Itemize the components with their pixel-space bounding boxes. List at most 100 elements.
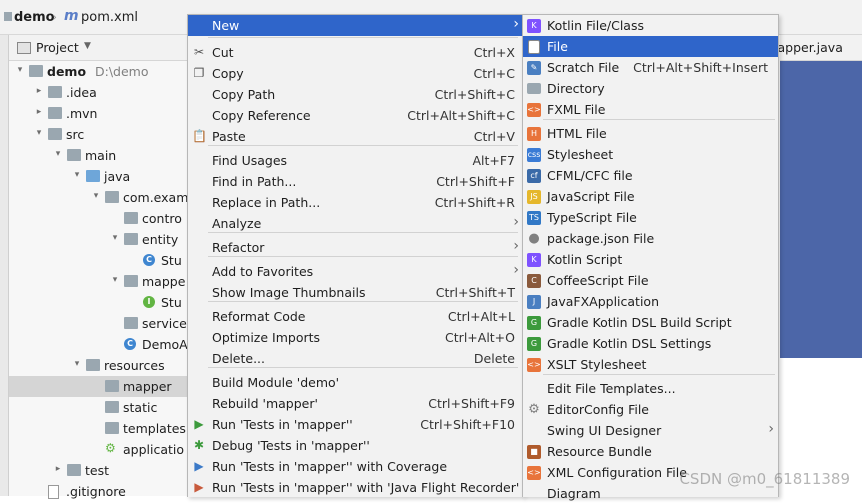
menu-item-label: Rebuild 'mapper' (212, 396, 318, 411)
tree-item-controller-folder[interactable]: contro (9, 208, 189, 229)
tree-item-label: java (104, 169, 131, 184)
menu-item-cut[interactable]: ✂ Cut Ctrl+X (188, 42, 523, 63)
expand-arrow-icon[interactable]: ▾ (34, 128, 44, 138)
new-item-fxml-file[interactable]: <> FXML File (523, 99, 778, 120)
new-item-html-file[interactable]: H HTML File (523, 123, 778, 144)
tree-item-mapper-folder[interactable]: ▾ mappe (9, 271, 189, 292)
new-item-file[interactable]: File (523, 36, 778, 57)
collapse-arrow-icon[interactable]: ▸ (34, 107, 44, 117)
tree-item-class-file[interactable]: C Stu (9, 250, 189, 271)
menu-item-copy[interactable]: ❐ Copy Ctrl+C (188, 63, 523, 84)
chevron-down-icon[interactable]: ▼ (84, 41, 91, 51)
breadcrumb-project[interactable]: demo (14, 10, 55, 25)
new-item-resource-bundle[interactable]: ■ Resource Bundle (523, 441, 778, 462)
tree-item-resources-folder[interactable]: ▾ resources (9, 355, 189, 376)
menu-separator (208, 256, 518, 257)
menu-item-debug-tests[interactable]: ✱ Debug 'Tests in 'mapper'' (188, 435, 523, 456)
tree-item-application-config[interactable]: ⚙ applicatio (9, 439, 189, 460)
expand-arrow-icon[interactable]: ▾ (53, 149, 63, 159)
menu-item-build-module[interactable]: Build Module 'demo' (188, 372, 523, 393)
menu-item-run-flight-recorder[interactable]: ▶ Run 'Tests in 'mapper'' with 'Java Flig… (188, 477, 523, 498)
chevron-right-icon: › (52, 9, 57, 24)
tree-item-test-folder[interactable]: ▸ test (9, 460, 189, 481)
expand-arrow-icon[interactable]: ▾ (110, 275, 120, 285)
menu-item-delete[interactable]: Delete... Delete (188, 348, 523, 369)
new-item-typescript-file[interactable]: TS TypeScript File (523, 207, 778, 228)
tree-item-package-folder[interactable]: ▾ com.exam (9, 187, 189, 208)
menu-item-show-image-thumbnails[interactable]: Show Image Thumbnails Ctrl+Shift+T (188, 282, 523, 303)
new-item-stylesheet[interactable]: css Stylesheet (523, 144, 778, 165)
new-item-gradle-kotlin-settings[interactable]: G Gradle Kotlin DSL Settings (523, 333, 778, 354)
tree-item-interface-file[interactable]: I Stu (9, 292, 189, 313)
tree-item-main-folder[interactable]: ▾ main (9, 145, 189, 166)
folder-icon (67, 464, 81, 476)
menu-item-rebuild[interactable]: Rebuild 'mapper' Ctrl+Shift+F9 (188, 393, 523, 414)
tree-item-application-class[interactable]: C DemoA (9, 334, 189, 355)
expand-arrow-icon[interactable]: ▾ (91, 191, 101, 201)
scissors-icon: ✂ (193, 45, 205, 59)
gear-icon: ⚙ (105, 441, 116, 455)
new-item-kotlin-script[interactable]: K Kotlin Script (523, 249, 778, 270)
project-tree[interactable]: ▾ demo D:\demo ▸ .idea ▸ .mvn ▾ src ▾ main ▾ java ▾ co… (9, 61, 189, 499)
menu-item-refactor[interactable]: Refactor › (188, 237, 523, 258)
tree-item-gitignore-file[interactable]: .gitignore (9, 481, 189, 502)
menu-item-copy-path[interactable]: Copy Path Ctrl+Shift+C (188, 84, 523, 105)
menu-item-find-usages[interactable]: Find Usages Alt+F7 (188, 150, 523, 171)
menu-item-run-coverage[interactable]: ▶ Run 'Tests in 'mapper'' with Coverage (188, 456, 523, 477)
expand-arrow-icon[interactable]: ▾ (72, 359, 82, 369)
new-item-label: Gradle Kotlin DSL Settings (547, 336, 712, 351)
menu-item-add-to-favorites[interactable]: Add to Favorites › (188, 261, 523, 282)
tree-item-mvn-folder[interactable]: ▸ .mvn (9, 103, 189, 124)
expand-arrow-icon[interactable]: ▾ (15, 65, 25, 75)
new-item-edit-file-templates[interactable]: Edit File Templates... (523, 378, 778, 399)
project-panel-title[interactable]: Project (36, 40, 79, 55)
breadcrumb-file[interactable]: pom.xml (81, 10, 138, 25)
menu-item-reformat-code[interactable]: Reformat Code Ctrl+Alt+L (188, 306, 523, 327)
tree-item-label: demo (47, 64, 87, 79)
tree-item-project-root[interactable]: ▾ demo D:\demo (9, 61, 189, 82)
expand-arrow-icon[interactable]: ▾ (110, 233, 120, 243)
new-item-swing-ui-designer[interactable]: Swing UI Designer › (523, 420, 778, 441)
new-item-editorconfig-file[interactable]: ⚙ EditorConfig File (523, 399, 778, 420)
file-icon (48, 485, 59, 499)
new-item-coffeescript-file[interactable]: C CoffeeScript File (523, 270, 778, 291)
tree-item-service-folder[interactable]: service (9, 313, 189, 334)
menu-item-optimize-imports[interactable]: Optimize Imports Ctrl+Alt+O (188, 327, 523, 348)
tree-item-java-folder[interactable]: ▾ java (9, 166, 189, 187)
source-folder-icon (86, 170, 100, 182)
new-item-scratch-file[interactable]: ✎ Scratch File Ctrl+Alt+Shift+Insert (523, 57, 778, 78)
folder-icon (4, 12, 12, 21)
menu-separator (543, 119, 775, 120)
new-item-directory[interactable]: Directory (523, 78, 778, 99)
menu-item-find-in-path[interactable]: Find in Path... Ctrl+Shift+F (188, 171, 523, 192)
menu-item-analyze[interactable]: Analyze › (188, 213, 523, 234)
menu-item-replace-in-path[interactable]: Replace in Path... Ctrl+Shift+R (188, 192, 523, 213)
tree-item-entity-folder[interactable]: ▾ entity (9, 229, 189, 250)
java-icon: J (527, 295, 541, 309)
html-icon: H (527, 127, 541, 141)
tree-item-idea-folder[interactable]: ▸ .idea (9, 82, 189, 103)
tree-item-templates-folder[interactable]: templates (9, 418, 189, 439)
menu-item-copy-reference[interactable]: Copy Reference Ctrl+Alt+Shift+C (188, 105, 523, 126)
new-item-javafx-application[interactable]: J JavaFXApplication (523, 291, 778, 312)
tree-item-mapper-resource-folder[interactable]: mapper (9, 376, 189, 397)
collapse-arrow-icon[interactable]: ▸ (34, 86, 44, 96)
tree-item-static-folder[interactable]: static (9, 397, 189, 418)
tree-item-src-folder[interactable]: ▾ src (9, 124, 189, 145)
menu-item-new[interactable]: New › (188, 15, 523, 36)
new-item-gradle-kotlin-build-script[interactable]: G Gradle Kotlin DSL Build Script (523, 312, 778, 333)
new-item-cfml-cfc-file[interactable]: cf CFML/CFC file (523, 165, 778, 186)
menu-item-paste[interactable]: 📋 Paste Ctrl+V (188, 126, 523, 147)
tool-window-stripe[interactable] (0, 35, 9, 496)
new-item-package-json-file[interactable]: ● package.json File (523, 228, 778, 249)
new-item-javascript-file[interactable]: JS JavaScript File (523, 186, 778, 207)
new-item-xslt-stylesheet[interactable]: <> XSLT Stylesheet (523, 354, 778, 375)
menu-item-run-tests[interactable]: ▶ Run 'Tests in 'mapper'' Ctrl+Shift+F10 (188, 414, 523, 435)
file-icon (528, 40, 540, 54)
editor-tab[interactable]: lapper.java (774, 35, 862, 61)
folder-icon (105, 191, 119, 203)
new-item-kotlin-file-class[interactable]: K Kotlin File/Class (523, 15, 778, 36)
expand-arrow-icon[interactable]: ▾ (72, 170, 82, 180)
tree-item-label: templates (123, 421, 186, 436)
collapse-arrow-icon[interactable]: ▸ (53, 464, 63, 474)
